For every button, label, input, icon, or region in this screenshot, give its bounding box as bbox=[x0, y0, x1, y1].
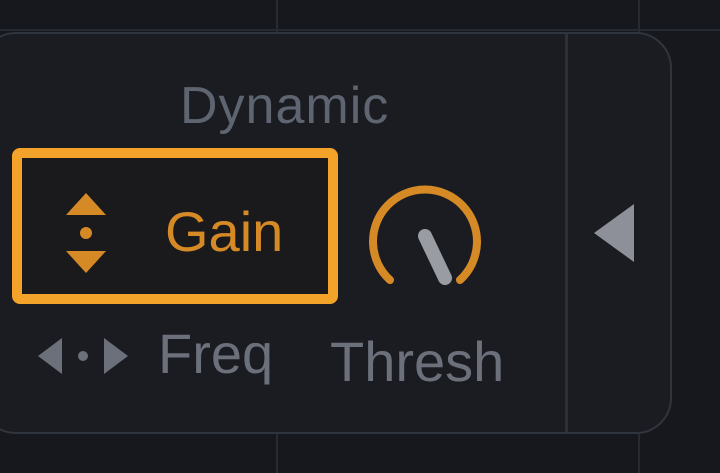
freq-mode-label: Freq bbox=[158, 322, 274, 385]
panel-divider bbox=[565, 34, 568, 432]
horizontal-drag-arrows-icon bbox=[38, 338, 128, 379]
threshold-label: Thresh bbox=[330, 330, 505, 393]
gain-mode-button[interactable]: Gain bbox=[12, 148, 338, 304]
section-title: Dynamic bbox=[180, 77, 390, 135]
dynamic-eq-panel-view: Dynamic Gain Freq Thresh bbox=[0, 0, 720, 473]
gain-mode-label: Gain bbox=[165, 200, 284, 263]
grid-line-top bbox=[0, 29, 720, 31]
vertical-drag-arrows-icon bbox=[64, 193, 108, 278]
triangle-left-icon bbox=[588, 204, 636, 270]
threshold-knob[interactable] bbox=[362, 180, 488, 300]
collapse-panel-button[interactable] bbox=[588, 200, 636, 271]
